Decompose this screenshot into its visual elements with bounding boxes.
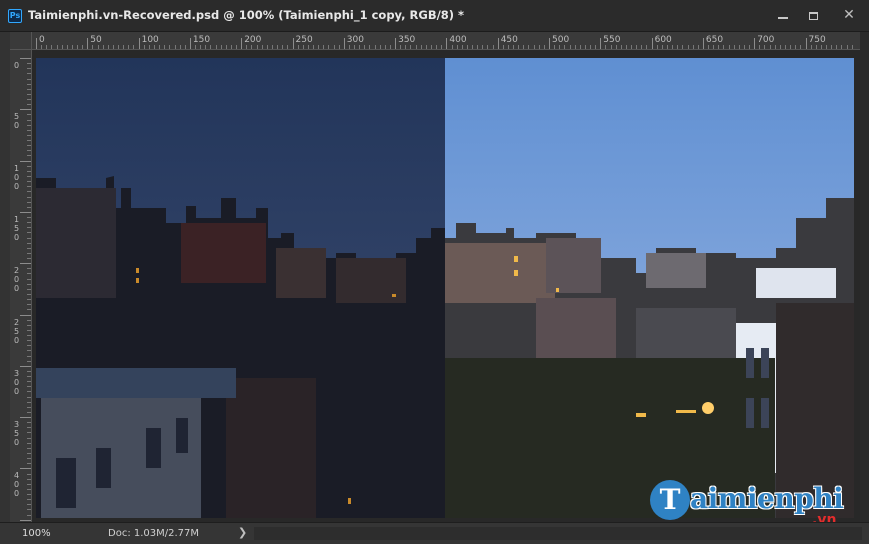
ruler-v-major-tick bbox=[20, 109, 31, 111]
ruler-h-major-tick bbox=[702, 38, 704, 49]
ruler-h-label: 100 bbox=[141, 35, 159, 45]
ruler-h-label: 500 bbox=[552, 35, 570, 45]
ruler-h-label: 550 bbox=[603, 35, 621, 45]
photoshop-app-icon: Ps bbox=[8, 9, 22, 23]
document-size-info[interactable]: Doc: 1.03M/2.77M bbox=[108, 528, 199, 539]
ruler-h-label: 700 bbox=[757, 35, 775, 45]
ruler-h-label: 50 bbox=[90, 35, 102, 45]
ruler-h-label: 150 bbox=[192, 35, 211, 45]
ruler-h-major-tick bbox=[189, 38, 191, 49]
ruler-v-label: 350 bbox=[13, 420, 20, 448]
ruler-h-major-tick bbox=[497, 38, 499, 49]
minimize-icon bbox=[778, 16, 788, 19]
document-image[interactable] bbox=[36, 58, 854, 518]
status-bar: 100% Doc: 1.03M/2.77M ❯ bbox=[0, 522, 869, 544]
ruler-v-major-tick bbox=[20, 160, 31, 162]
ruler-v-major-tick bbox=[20, 365, 31, 367]
ruler-v-major-tick bbox=[20, 58, 31, 59]
ruler-h-major-tick bbox=[292, 38, 294, 49]
left-edge-panel bbox=[0, 32, 10, 544]
ruler-v-label: 300 bbox=[13, 368, 20, 396]
ruler-h-major-tick bbox=[87, 38, 89, 49]
ruler-v-major-tick bbox=[20, 263, 31, 265]
vertical-ruler[interactable]: 050100150200250300350400450 bbox=[10, 50, 32, 522]
ruler-h-major-tick bbox=[395, 38, 397, 49]
ruler-h-major-tick bbox=[754, 38, 756, 49]
watermark-text: aimienphi bbox=[690, 482, 844, 515]
ruler-h-major-tick bbox=[600, 38, 602, 49]
ruler-h-major-tick bbox=[241, 38, 243, 49]
zoom-level[interactable]: 100% bbox=[22, 528, 51, 539]
ruler-h-major-tick bbox=[651, 38, 653, 49]
watermark-logo-letter: T bbox=[650, 480, 690, 520]
status-menu-arrow-icon[interactable]: ❯ bbox=[238, 526, 247, 539]
vertical-scrollbar[interactable] bbox=[860, 32, 869, 522]
ruler-v-label: 200 bbox=[13, 266, 20, 294]
ruler-v-label: 50 bbox=[13, 112, 20, 131]
ruler-h-major-tick bbox=[805, 38, 807, 49]
ruler-h-label: 0 bbox=[39, 35, 45, 45]
maximize-button[interactable] bbox=[798, 4, 828, 26]
horizontal-ruler[interactable]: 0 50 100 150 200 250 300 350 400 450 500 550 600 650 7… bbox=[32, 32, 860, 50]
ruler-h-label: 750 bbox=[808, 35, 826, 45]
ruler-v-major-tick bbox=[20, 468, 31, 470]
close-button[interactable]: ✕ bbox=[834, 4, 864, 26]
ruler-h-major-tick bbox=[549, 38, 550, 49]
ruler-v-major-tick bbox=[20, 314, 31, 316]
ruler-origin[interactable] bbox=[10, 32, 32, 50]
ruler-v-major-tick bbox=[20, 417, 31, 419]
ruler-h-major-tick bbox=[36, 38, 37, 49]
ruler-v-label: 100 bbox=[13, 163, 20, 191]
horizontal-scrollbar[interactable] bbox=[254, 527, 862, 540]
ruler-h-major-tick bbox=[138, 38, 140, 49]
document-title: Taimienphi.vn-Recovered.psd @ 100% (Taim… bbox=[28, 8, 465, 22]
city-night-photo bbox=[36, 58, 854, 518]
ruler-v-major-tick bbox=[20, 519, 31, 521]
canvas-area[interactable] bbox=[32, 50, 860, 522]
maximize-icon bbox=[808, 11, 818, 20]
ruler-h-label: 300 bbox=[346, 35, 364, 45]
minimize-button[interactable] bbox=[768, 4, 798, 26]
ruler-h-label: 200 bbox=[244, 35, 262, 45]
ruler-h-label: 600 bbox=[654, 35, 672, 45]
ruler-v-major-tick bbox=[20, 211, 31, 213]
close-icon: ✕ bbox=[843, 7, 855, 23]
ruler-h-label: 450 bbox=[500, 35, 518, 45]
ruler-h-label: 400 bbox=[449, 35, 467, 45]
ruler-h-major-tick bbox=[446, 38, 448, 49]
ruler-v-label: 400 bbox=[13, 471, 20, 499]
ruler-h-label: 650 bbox=[705, 35, 724, 45]
ruler-v-label: 0 bbox=[13, 61, 20, 70]
title-bar: Ps Taimienphi.vn-Recovered.psd @ 100% (T… bbox=[0, 0, 869, 32]
ruler-h-major-tick bbox=[343, 38, 345, 49]
ruler-h-label: 250 bbox=[295, 35, 313, 45]
right-buildings bbox=[445, 238, 854, 518]
ruler-v-label: 250 bbox=[13, 317, 20, 345]
ruler-v-label: 150 bbox=[13, 214, 20, 242]
ruler-h-label: 350 bbox=[398, 35, 416, 45]
